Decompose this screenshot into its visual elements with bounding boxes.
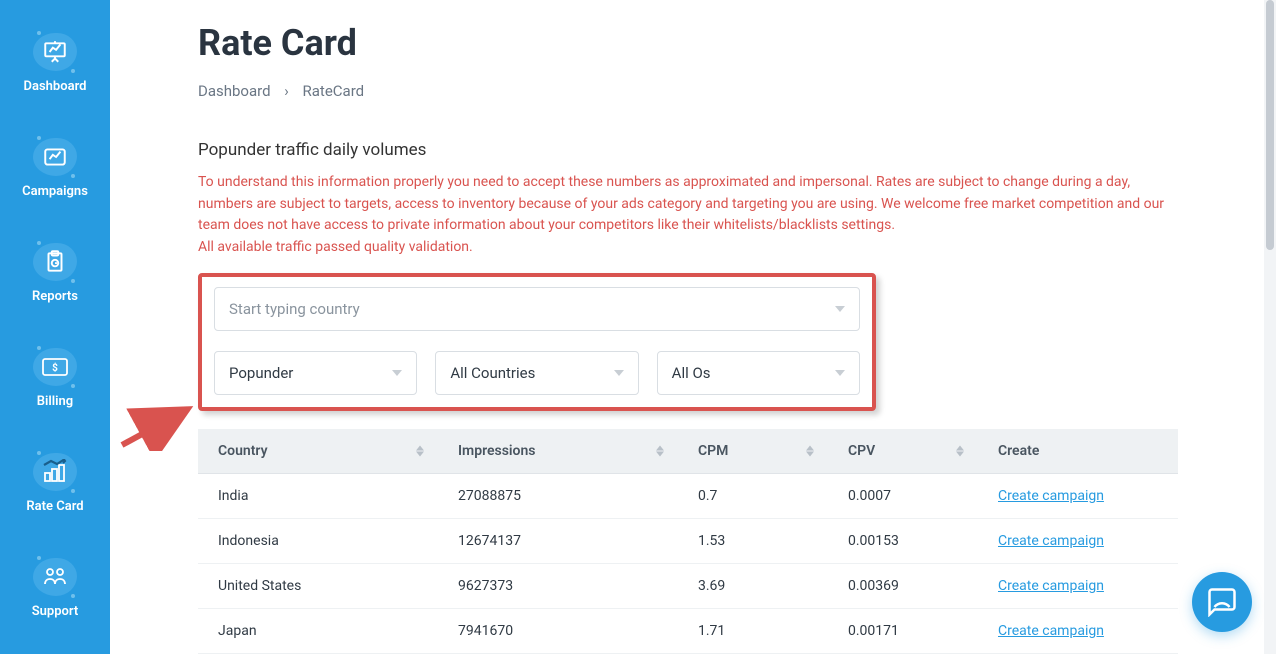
country-search-placeholder: Start typing country [229,300,360,318]
table-row: Indonesia126741371.530.00153 Create campa… [198,518,1178,563]
rate-table: Country Impressions CPM CPV Create [198,429,1178,654]
th-create: Create [978,429,1178,474]
table-row: India270888750.70.0007 Create campaign [198,473,1178,518]
section-heading: Popunder traffic daily volumes [198,140,1222,160]
region-select[interactable]: All Countries [435,351,638,395]
table-row: United States96273733.690.00369 Create ca… [198,563,1178,608]
sort-icon [806,445,814,456]
sidebar-label: Dashboard [24,79,87,94]
cell-cpv: 0.00369 [828,563,978,608]
breadcrumb-separator: › [284,82,289,100]
th-cpv[interactable]: CPV [828,429,978,474]
money-icon: $ [41,357,69,377]
bar-chart-icon [41,459,69,485]
breadcrumb-current: RateCard [303,82,365,100]
region-value: All Countries [450,364,535,382]
cell-create: Create campaign [978,563,1178,608]
breadcrumb-dashboard[interactable]: Dashboard [198,82,271,100]
cell-cpm: 3.69 [678,563,828,608]
os-value: All Os [672,364,711,382]
create-campaign-link[interactable]: Create campaign [998,578,1104,594]
sort-icon [416,445,424,456]
sidebar: Dashboard Campaigns Reports [0,0,110,654]
presentation-icon [42,39,68,65]
sort-icon [656,445,664,456]
traffic-type-select[interactable]: Popunder [214,351,417,395]
table-row: Japan79416701.710.00171 Create campaign [198,608,1178,653]
create-campaign-link[interactable]: Create campaign [998,623,1104,639]
chevron-down-icon [614,370,624,376]
cell-country: Indonesia [198,518,438,563]
cell-create: Create campaign [978,518,1178,563]
th-cpm[interactable]: CPM [678,429,828,474]
cell-impressions: 9627373 [438,563,678,608]
svg-text:$: $ [52,361,58,374]
cell-cpv: 0.0007 [828,473,978,518]
cell-cpm: 1.53 [678,518,828,563]
sidebar-label: Campaigns [22,184,88,199]
sidebar-item-rate-card[interactable]: Rate Card [0,430,110,535]
cell-cpv: 0.00171 [828,608,978,653]
cell-country: United States [198,563,438,608]
filter-box: Start typing country Popunder All Countr… [198,273,876,411]
chevron-down-icon [835,370,845,376]
th-country[interactable]: Country [198,429,438,474]
country-search-select[interactable]: Start typing country [214,287,860,331]
os-select[interactable]: All Os [657,351,860,395]
scrollbar[interactable] [1264,0,1276,654]
cell-impressions: 7941670 [438,608,678,653]
sidebar-item-billing[interactable]: $ Billing [0,325,110,430]
main-content: Rate Card Dashboard › RateCard Popunder … [110,0,1262,654]
sidebar-label: Billing [37,394,73,409]
cell-impressions: 12674137 [438,518,678,563]
chat-widget-button[interactable] [1192,572,1252,632]
chevron-down-icon [835,306,845,312]
cell-cpm: 0.7 [678,473,828,518]
page-title: Rate Card [198,22,1222,64]
clipboard-icon [42,249,68,275]
cell-cpv: 0.00153 [828,518,978,563]
chart-line-icon [42,144,68,170]
cell-create: Create campaign [978,473,1178,518]
cell-cpm: 1.71 [678,608,828,653]
sidebar-item-support[interactable]: Support [0,535,110,640]
traffic-type-value: Popunder [229,364,293,382]
sidebar-item-dashboard[interactable]: Dashboard [0,10,110,115]
chat-icon [1207,587,1237,617]
create-campaign-link[interactable]: Create campaign [998,533,1104,549]
cell-impressions: 27088875 [438,473,678,518]
chevron-down-icon [392,370,402,376]
sidebar-label: Reports [32,289,78,304]
warning-text: To understand this information properly … [198,172,1178,259]
sort-icon [956,445,964,456]
sidebar-label: Rate Card [26,499,83,514]
sidebar-label: Support [32,604,79,619]
cell-create: Create campaign [978,608,1178,653]
sidebar-item-campaigns[interactable]: Campaigns [0,115,110,220]
create-campaign-link[interactable]: Create campaign [998,488,1104,504]
support-icon [42,566,68,588]
breadcrumb: Dashboard › RateCard [198,82,1222,100]
th-impressions[interactable]: Impressions [438,429,678,474]
sidebar-item-reports[interactable]: Reports [0,220,110,325]
cell-country: India [198,473,438,518]
cell-country: Japan [198,608,438,653]
scrollbar-thumb[interactable] [1266,0,1274,250]
